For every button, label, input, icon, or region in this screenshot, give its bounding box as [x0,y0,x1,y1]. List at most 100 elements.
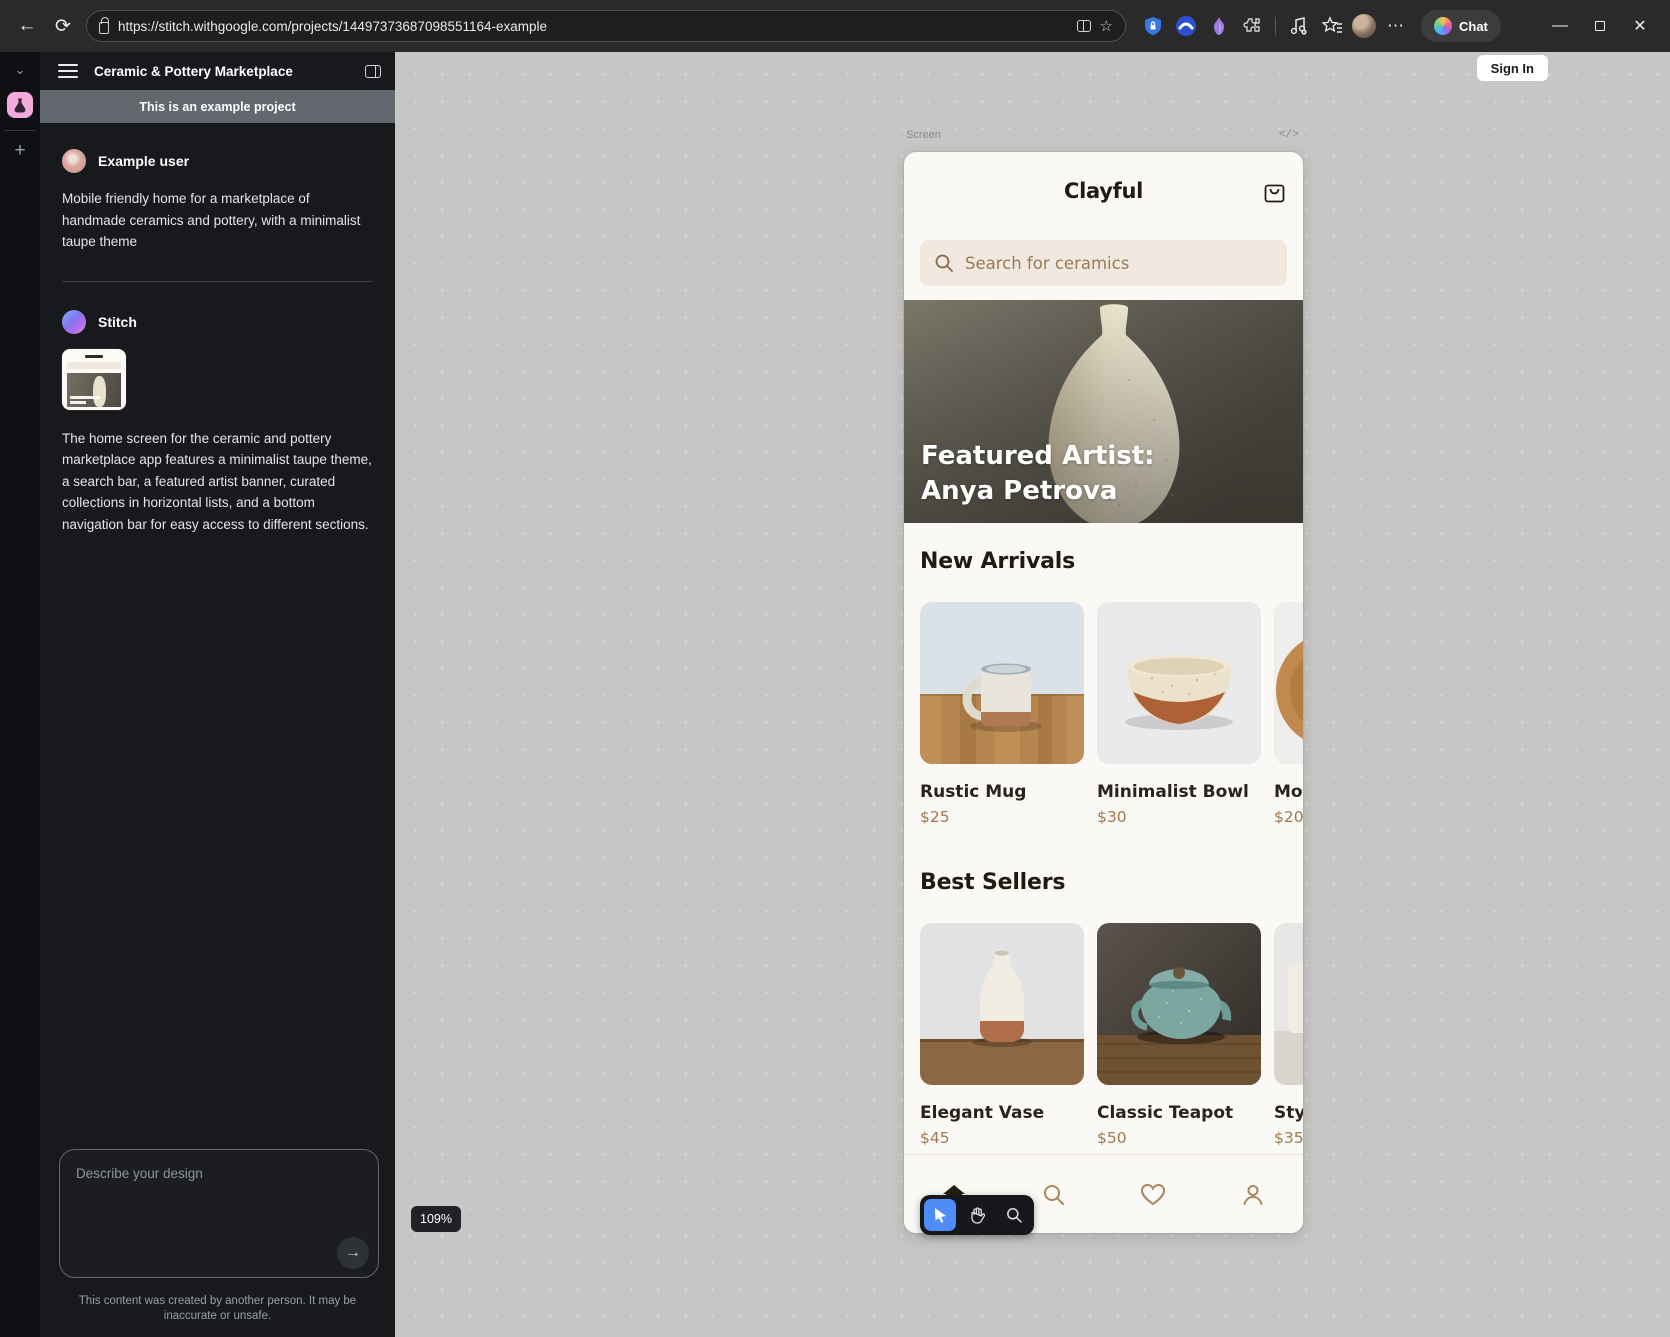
url-text[interactable]: https://stitch.withgoogle.com/projects/1… [118,19,1068,34]
stitch-avatar [62,310,86,334]
product-card-classic-teapot[interactable]: Classic Teapot $50 [1097,923,1261,1147]
design-prompt-input[interactable] [60,1150,378,1238]
thumbnail-search-bar [67,362,121,369]
menu-icon[interactable] [58,64,78,78]
product-price: $50 [1097,1129,1261,1147]
maximize-button[interactable] [1580,8,1620,44]
cursor-icon [933,1207,948,1223]
featured-artist-title: Featured Artist: Anya Petrova [921,439,1233,509]
design-canvas[interactable]: Sign In Screen </> Clayful Search for ce… [395,52,1670,1337]
design-prompt-box: → [59,1149,379,1278]
bookmark-star-icon[interactable]: ☆ [1100,17,1113,35]
send-button[interactable]: → [337,1237,369,1269]
example-project-banner: This is an example project [40,90,395,123]
puzzle-extension-icon[interactable] [1239,13,1265,39]
app-rail: ⌄ + [0,52,40,1337]
extensions-area: ⋯ [1140,13,1409,39]
lock-icon [99,22,109,34]
project-sidebar: Ceramic & Pottery Marketplace This is an… [40,52,395,1337]
rail-divider [4,130,36,131]
app-title: Clayful [904,179,1303,203]
search-placeholder-text: Search for ceramics [965,254,1129,273]
canvas-toolbar [920,1195,1034,1235]
search-icon [934,253,954,273]
product-name: Styl [1274,1103,1303,1123]
new-arrivals-row: Rustic Mug $25 [920,602,1303,826]
nav-favorites[interactable] [1104,1183,1204,1207]
zoom-level-badge[interactable]: 109% [411,1206,461,1232]
purple-extension-icon[interactable] [1206,13,1232,39]
copilot-chat-button[interactable]: Chat [1421,10,1501,42]
split-screen-icon[interactable] [1077,20,1091,32]
close-button[interactable]: ✕ [1620,8,1660,44]
product-image-classic-teapot [1097,923,1261,1085]
sign-in-button[interactable]: Sign In [1477,55,1548,81]
user-message-text: Mobile friendly home for a marketplace o… [62,188,373,253]
refresh-button[interactable]: ⟳ [46,9,80,43]
product-image-partial [1274,923,1303,1085]
toggle-panel-icon[interactable] [365,65,381,78]
select-tool[interactable] [924,1199,956,1231]
product-name: Classic Teapot [1097,1103,1261,1123]
message-header: Stitch [62,310,373,334]
hand-icon [969,1207,985,1224]
collections-icon[interactable] [1319,13,1345,39]
minimize-button[interactable]: — [1540,8,1580,44]
browser-toolbar: ← ⟳ https://stitch.withgoogle.com/projec… [0,0,1670,52]
window-controls: — ✕ [1540,8,1660,44]
stitch-message-text: The home screen for the ceramic and pott… [62,428,373,536]
product-price: $35 [1274,1129,1303,1147]
product-name: Elegant Vase [920,1103,1084,1123]
more-options-icon[interactable]: ⋯ [1383,13,1409,39]
product-image-elegant-vase [920,923,1084,1085]
pan-tool[interactable] [961,1199,993,1231]
nav-profile[interactable] [1203,1183,1303,1207]
new-project-button[interactable]: + [14,141,25,160]
product-card-partial[interactable]: Moc $20 [1274,602,1303,826]
shopping-bag-icon[interactable] [1264,180,1285,207]
media-extension-icon[interactable] [1286,13,1312,39]
message-author: Stitch [98,314,137,330]
ceramics-search-bar[interactable]: Search for ceramics [920,240,1287,286]
product-price: $30 [1097,808,1261,826]
chevron-down-icon[interactable]: ⌄ [15,62,26,82]
product-image-rustic-mug [920,602,1084,764]
product-image-partial-plate [1274,602,1303,764]
featured-artist-banner[interactable]: Featured Artist: Anya Petrova [904,300,1303,523]
product-card-minimalist-bowl[interactable]: Minimalist Bowl $30 [1097,602,1261,826]
user-avatar [62,149,86,173]
blue-circle-extension-icon[interactable] [1173,13,1199,39]
content-disclaimer: This content was created by another pers… [60,1294,375,1324]
product-price: $45 [920,1129,1084,1147]
product-card-partial[interactable]: Styl $35 [1274,923,1303,1147]
message-header: Example user [62,149,373,173]
address-bar[interactable]: https://stitch.withgoogle.com/projects/1… [86,10,1126,42]
product-name: Minimalist Bowl [1097,782,1261,802]
product-name: Moc [1274,782,1303,802]
sidebar-header: Ceramic & Pottery Marketplace [40,52,395,90]
thumbnail-hero-image [67,373,121,407]
browser-profile-avatar[interactable] [1352,14,1376,38]
magnifier-icon [1006,1207,1022,1223]
mobile-screen-frame[interactable]: Clayful Search for ceramics [904,152,1303,1233]
message-author: Example user [98,153,189,169]
view-code-icon[interactable]: </> [1279,129,1299,141]
product-price: $20 [1274,808,1303,826]
heart-icon [1140,1183,1166,1207]
product-image-minimalist-bowl [1097,602,1261,764]
search-icon [1042,1183,1066,1207]
project-title: Ceramic & Pottery Marketplace [94,64,349,79]
shield-extension-icon[interactable] [1140,13,1166,39]
screen-frame-label[interactable]: Screen [906,129,941,141]
product-price: $25 [920,808,1084,826]
stitch-app-icon[interactable] [7,92,33,118]
zoom-tool[interactable] [998,1199,1030,1231]
product-card-rustic-mug[interactable]: Rustic Mug $25 [920,602,1084,826]
message-divider [62,281,373,282]
flask-icon [12,97,28,113]
product-name: Rustic Mug [920,782,1084,802]
back-button[interactable]: ← [10,9,44,43]
product-card-elegant-vase[interactable]: Elegant Vase $45 [920,923,1084,1147]
design-thumbnail[interactable] [62,349,126,410]
toolbar-divider [1275,17,1276,35]
